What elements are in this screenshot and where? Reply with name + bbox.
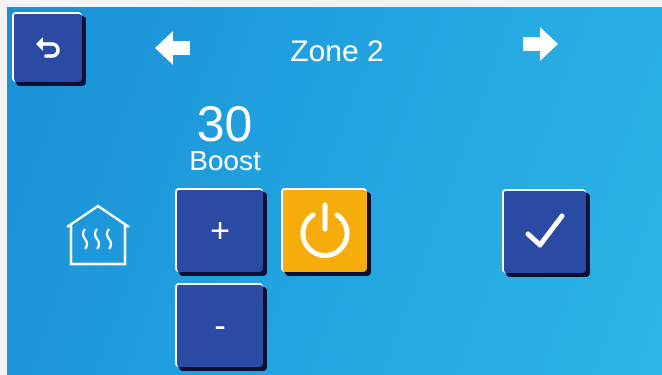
zone-control-screen: Zone 2 30 Boost + - xyxy=(7,7,662,375)
boost-value: 30 xyxy=(196,96,253,152)
decrease-button[interactable]: - xyxy=(175,283,263,367)
back-button[interactable] xyxy=(12,12,82,82)
left-arrow-icon xyxy=(155,31,190,65)
previous-zone-button[interactable] xyxy=(153,30,193,66)
increase-button[interactable]: + xyxy=(175,188,263,272)
next-zone-button[interactable] xyxy=(520,26,560,62)
confirm-button[interactable] xyxy=(502,189,586,273)
check-icon xyxy=(525,213,565,248)
zone-title: Zone 2 xyxy=(290,35,384,68)
mode-label: Boost xyxy=(189,145,261,176)
house-heating-icon xyxy=(66,204,130,266)
back-arrow-icon xyxy=(36,37,60,58)
right-arrow-icon xyxy=(523,27,558,61)
minus-label: - xyxy=(214,307,226,345)
power-icon xyxy=(300,202,350,258)
plus-label: + xyxy=(210,212,230,250)
power-button[interactable] xyxy=(281,188,367,272)
